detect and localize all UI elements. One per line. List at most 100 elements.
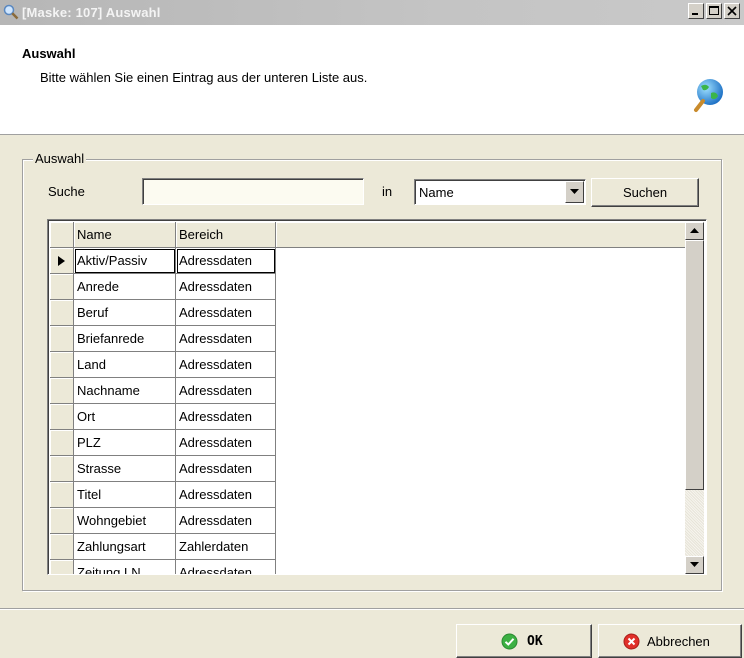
cell-name[interactable]: Land	[74, 352, 176, 378]
select-dropdown-button[interactable]	[565, 181, 584, 203]
search-input[interactable]	[142, 178, 364, 205]
magnifier-icon	[3, 4, 19, 20]
table-row[interactable]: Zahlungsart Zahlerdaten	[50, 534, 685, 560]
row-pointer-icon	[58, 256, 65, 266]
cell-name[interactable]: Ort	[74, 404, 176, 430]
cell-name[interactable]: Strasse	[74, 456, 176, 482]
table-row[interactable]: Strasse Adressdaten	[50, 456, 685, 482]
cell-bereich[interactable]: Adressdaten	[176, 508, 276, 534]
cell-name[interactable]: Wohngebiet	[74, 508, 176, 534]
empty-cell	[276, 404, 685, 430]
cell-name[interactable]: Beruf	[74, 300, 176, 326]
search-label: Suche	[48, 184, 85, 199]
cell-name[interactable]: Aktiv/Passiv	[74, 248, 176, 274]
row-selector[interactable]	[50, 404, 74, 430]
empty-cell	[276, 248, 685, 274]
check-circle-icon	[501, 633, 518, 650]
row-selector[interactable]	[50, 456, 74, 482]
cell-name[interactable]: PLZ	[74, 430, 176, 456]
table-row[interactable]: PLZ Adressdaten	[50, 430, 685, 456]
table-row[interactable]: Aktiv/Passiv Adressdaten	[50, 248, 685, 274]
cell-bereich[interactable]: Adressdaten	[176, 560, 276, 574]
chevron-down-icon	[690, 562, 699, 567]
empty-cell	[276, 560, 685, 574]
empty-cell	[276, 430, 685, 456]
cell-name[interactable]: Nachname	[74, 378, 176, 404]
empty-cell	[276, 300, 685, 326]
cell-bereich[interactable]: Adressdaten	[176, 326, 276, 352]
scroll-thumb[interactable]	[685, 240, 704, 490]
grid-empty-header	[276, 222, 685, 248]
empty-cell	[276, 326, 685, 352]
search-field-value: Name	[419, 185, 454, 200]
footer-divider	[0, 608, 744, 610]
cell-bereich[interactable]: Adressdaten	[176, 274, 276, 300]
row-selector[interactable]	[50, 508, 74, 534]
row-selector[interactable]	[50, 534, 74, 560]
cell-name[interactable]: Titel	[74, 482, 176, 508]
cell-name[interactable]: Briefanrede	[74, 326, 176, 352]
cell-bereich[interactable]: Zahlerdaten	[176, 534, 276, 560]
empty-cell	[276, 482, 685, 508]
ok-button[interactable]: OK	[456, 624, 592, 658]
row-selector[interactable]	[50, 430, 74, 456]
empty-cell	[276, 352, 685, 378]
grid-rows: Name Bereich Aktiv/Passiv Adressdaten Anre…	[50, 222, 685, 574]
empty-cell	[276, 378, 685, 404]
cancel-label: Abbrechen	[647, 634, 710, 649]
scroll-down-button[interactable]	[685, 556, 704, 574]
close-button[interactable]	[724, 3, 740, 19]
row-selector[interactable]	[50, 248, 74, 274]
table-row[interactable]: Zeitung LN Adressdaten	[50, 560, 685, 574]
table-row[interactable]: Beruf Adressdaten	[50, 300, 685, 326]
window-titlebar[interactable]: [Maske: 107] Auswahl	[0, 0, 744, 25]
row-selector[interactable]	[50, 378, 74, 404]
row-selector[interactable]	[50, 274, 74, 300]
row-selector[interactable]	[50, 560, 74, 574]
cell-bereich[interactable]: Adressdaten	[176, 300, 276, 326]
window-title: [Maske: 107] Auswahl	[22, 5, 161, 20]
maximize-icon	[709, 6, 719, 15]
selection-grid[interactable]: Name Bereich Aktiv/Passiv Adressdaten Anre…	[47, 219, 707, 575]
minimize-icon	[692, 13, 698, 15]
column-header-bereich[interactable]: Bereich	[176, 222, 276, 248]
close-circle-icon	[623, 633, 640, 650]
column-header-name[interactable]: Name	[74, 222, 176, 248]
grid-vertical-scrollbar[interactable]	[685, 222, 704, 574]
table-row[interactable]: Nachname Adressdaten	[50, 378, 685, 404]
cell-name[interactable]: Zeitung LN	[74, 560, 176, 574]
globe-search-icon	[694, 79, 723, 112]
cell-bereich[interactable]: Adressdaten	[176, 482, 276, 508]
row-selector[interactable]	[50, 482, 74, 508]
cell-bereich[interactable]: Adressdaten	[176, 352, 276, 378]
cell-bereich[interactable]: Adressdaten	[176, 378, 276, 404]
search-button[interactable]: Suchen	[591, 178, 699, 207]
table-row[interactable]: Anrede Adressdaten	[50, 274, 685, 300]
row-selector[interactable]	[50, 326, 74, 352]
table-row[interactable]: Briefanrede Adressdaten	[50, 326, 685, 352]
cell-name[interactable]: Zahlungsart	[74, 534, 176, 560]
minimize-button[interactable]	[688, 3, 704, 19]
close-icon	[727, 6, 737, 16]
table-row[interactable]: Wohngebiet Adressdaten	[50, 508, 685, 534]
chevron-up-icon	[690, 228, 699, 233]
table-row[interactable]: Titel Adressdaten	[50, 482, 685, 508]
cell-bereich[interactable]: Adressdaten	[176, 430, 276, 456]
cell-bereich[interactable]: Adressdaten	[176, 456, 276, 482]
empty-cell	[276, 508, 685, 534]
row-selector[interactable]	[50, 300, 74, 326]
header-title: Auswahl	[22, 46, 76, 61]
row-selector[interactable]	[50, 352, 74, 378]
maximize-button[interactable]	[706, 3, 722, 19]
cell-name[interactable]: Anrede	[74, 274, 176, 300]
ok-label: OK	[527, 634, 543, 649]
cancel-button[interactable]: Abbrechen	[598, 624, 742, 658]
table-row[interactable]: Land Adressdaten	[50, 352, 685, 378]
cell-bereich[interactable]: Adressdaten	[176, 404, 276, 430]
search-field-select[interactable]: Name	[414, 179, 586, 205]
cell-bereich[interactable]: Adressdaten	[176, 248, 276, 274]
in-label: in	[382, 184, 393, 199]
scroll-up-button[interactable]	[685, 222, 704, 240]
table-row[interactable]: Ort Adressdaten	[50, 404, 685, 430]
empty-cell	[276, 534, 685, 560]
